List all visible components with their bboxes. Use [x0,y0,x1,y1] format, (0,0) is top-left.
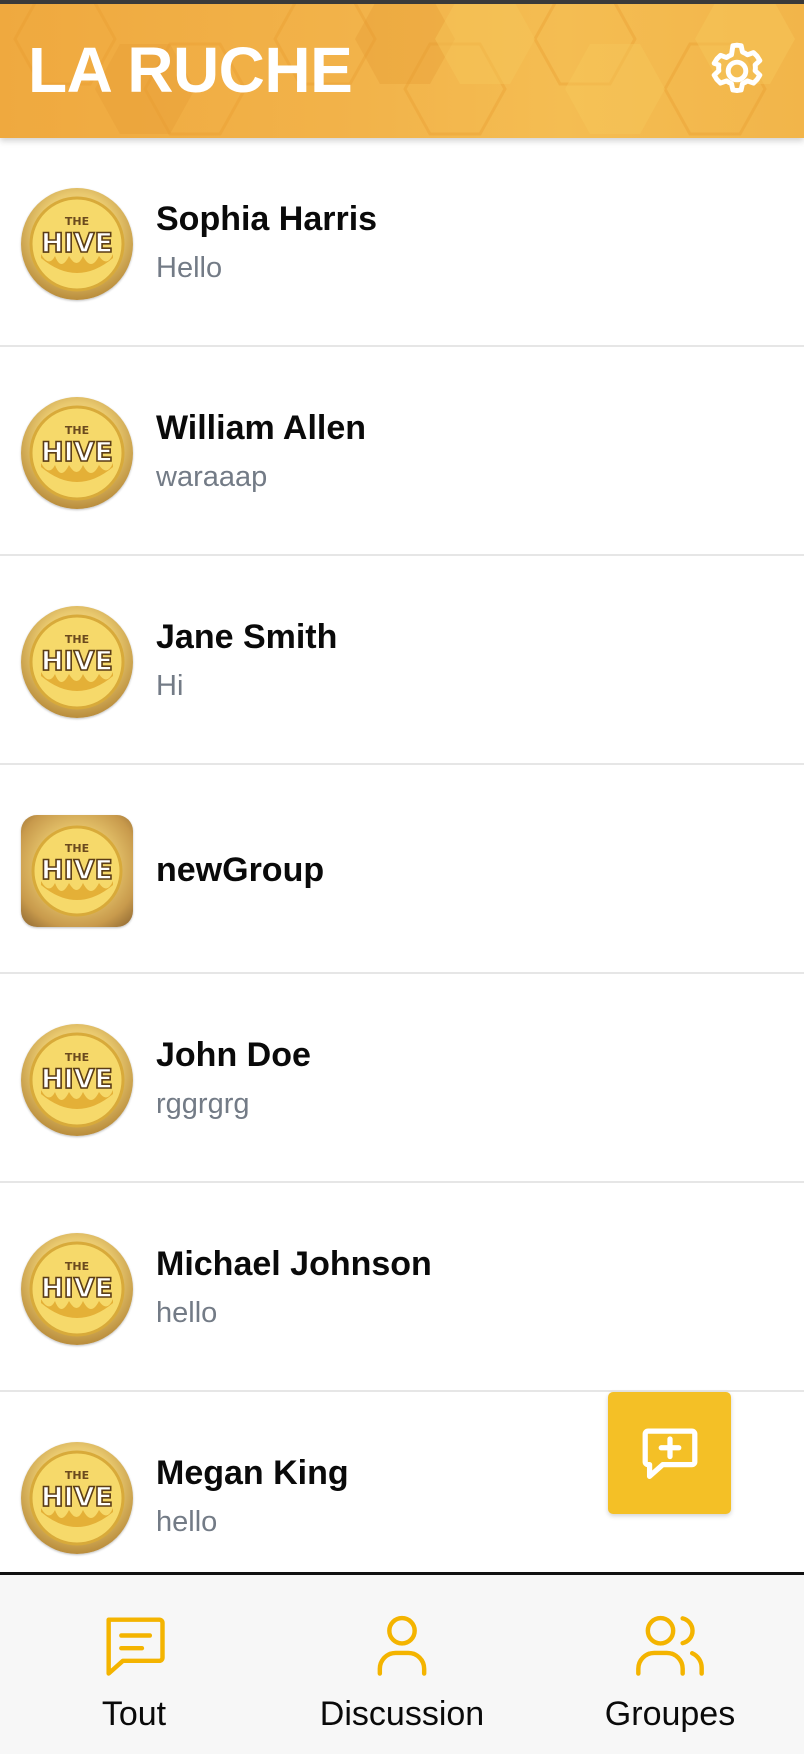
chat-name: Michael Johnson [156,1245,432,1283]
app-header: LA RUCHE [0,0,804,138]
avatar-text-main: HIVE [41,1482,113,1513]
chat-preview: hello [156,1297,218,1329]
avatar: THE HIVE [21,1024,133,1136]
chat-preview: hello [156,1506,218,1538]
avatar: THE HIVE [21,188,133,300]
avatar-text-main: HIVE [41,1064,113,1095]
app-root: LA RUCHE THE HIVE Sophia Harris Hello TH… [0,0,804,1754]
chat-item-newgroup[interactable]: THE HIVE newGroup [0,765,804,974]
user-icon [362,1605,442,1685]
settings-button[interactable] [700,34,774,108]
chat-name: newGroup [156,851,325,889]
chat-name: William Allen [156,409,367,447]
chat-preview: Hi [156,670,184,702]
avatar-text-top: THE [65,424,89,437]
chat-item-michael-johnson[interactable]: THE HIVE Michael Johnson hello [0,1183,804,1392]
chat-name: Jane Smith [156,618,338,656]
chat-item-john-doe[interactable]: THE HIVE John Doe rggrgrg [0,974,804,1183]
avatar-text-top: THE [65,842,89,855]
avatar-text-top: THE [65,1469,89,1482]
avatar-text-top: THE [65,1051,89,1064]
chat-name: John Doe [156,1036,311,1074]
tab-label: Tout [101,1695,167,1733]
avatar-text-main: HIVE [41,646,113,677]
avatar: THE HIVE [21,1233,133,1345]
chat-item-sophia-harris[interactable]: THE HIVE Sophia Harris Hello [0,138,804,347]
tab-groupes[interactable]: Groupes [536,1575,804,1754]
new-message-icon [642,1428,697,1479]
chat-item-william-allen[interactable]: THE HIVE William Allen waraaap [0,347,804,556]
group-avatar: THE HIVE [21,815,133,927]
avatar-text-main: HIVE [41,855,113,886]
avatar-text-main: HIVE [41,228,113,259]
app-title: LA RUCHE [28,34,353,106]
tab-label: Groupes [604,1695,736,1733]
avatar-text-top: THE [65,215,89,228]
avatar: THE HIVE [21,397,133,509]
chat-name: Sophia Harris [156,200,378,238]
chat-preview: Hello [156,252,223,284]
tab-discussion[interactable]: Discussion [268,1575,536,1754]
bottom-nav: Tout Discussion Groupes [0,1572,804,1754]
gear-icon [711,42,763,93]
chat-preview: rggrgrg [156,1088,250,1120]
chat-bubble-icon [94,1605,174,1685]
avatar-text-main: HIVE [41,437,113,468]
avatar-text-top: THE [65,633,89,646]
chat-list: THE HIVE Sophia Harris Hello THE HIVE Wi… [0,138,804,1572]
new-message-button[interactable] [608,1392,731,1514]
chat-preview: waraaap [156,461,268,493]
chat-name: Megan King [156,1454,349,1492]
chat-item-jane-smith[interactable]: THE HIVE Jane Smith Hi [0,556,804,765]
avatar-text-top: THE [65,1260,89,1273]
tab-tout[interactable]: Tout [0,1575,268,1754]
tab-label: Discussion [319,1695,485,1733]
avatar: THE HIVE [21,606,133,718]
avatar: THE HIVE [21,1442,133,1554]
avatar-text-main: HIVE [41,1273,113,1304]
users-icon [630,1605,710,1685]
